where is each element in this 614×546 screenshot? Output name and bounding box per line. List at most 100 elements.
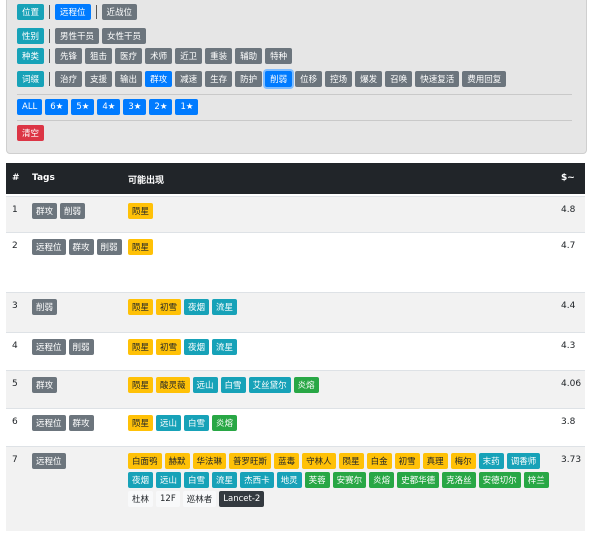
operator-badge: 杰西卡	[240, 472, 274, 488]
divider	[95, 5, 97, 19]
operator-badge: 陨星	[128, 339, 154, 355]
filter-option-class[interactable]: 医疗	[115, 48, 143, 64]
filter-option-affix[interactable]: 防护	[235, 71, 263, 87]
filter-option-class[interactable]: 先锋	[55, 48, 83, 64]
operator-badge: 远山	[156, 415, 182, 431]
tag-badge: 群攻	[68, 415, 94, 431]
divider	[49, 72, 51, 86]
operator-badge: 白金	[366, 453, 392, 469]
filter-option-class[interactable]: 近卫	[175, 48, 203, 64]
operator-badge: 梓兰	[523, 472, 549, 488]
operator-badge: 远山	[192, 377, 218, 393]
filter-option-affix[interactable]: 召唤	[385, 71, 413, 87]
filter-option-affix[interactable]: 快速复活	[415, 71, 460, 87]
filter-option-class[interactable]: 重装	[205, 48, 233, 64]
operator-badge: 远山	[156, 472, 182, 488]
operator-badge: 流星	[212, 339, 238, 355]
filter-option-affix[interactable]: 群攻	[145, 71, 173, 87]
filter-option-class[interactable]: 辅助	[235, 48, 263, 64]
filter-label-position: 位置	[17, 4, 45, 20]
filter-option-female[interactable]: 女性干员	[102, 28, 147, 44]
divider	[49, 29, 51, 43]
table-row: 7 远程位 白面鸮 赫默 华法琳 普罗旺斯 蓝毒 守林人 陨星 白金 初雪 真理 梅尔 末药 调香师 夜烟 远山…	[6, 446, 585, 531]
star-filter-button[interactable]: ALL	[17, 99, 43, 115]
operator-badge: 炎熔	[369, 472, 395, 488]
table-row: 4 远程位 削弱 陨星 初雪 夜烟 流星 4.3	[6, 332, 585, 371]
operator-badge: 流星	[212, 299, 238, 315]
header-tags: Tags	[32, 173, 55, 183]
row-value: 4.7	[561, 241, 576, 251]
filter-label-affix: 词缀	[17, 71, 45, 87]
header-results: 可能出现	[128, 176, 165, 186]
filter-option-affix[interactable]: 输出	[115, 71, 143, 87]
operator-badge: 炎熔	[293, 377, 319, 393]
filter-option-affix[interactable]: 削弱	[265, 71, 293, 87]
table-header: # Tags 可能出现 $~	[6, 163, 585, 194]
filter-label-class: 种类	[17, 48, 45, 64]
filter-option-affix[interactable]: 爆发	[355, 71, 383, 87]
filter-option-affix[interactable]: 控场	[325, 71, 353, 87]
table-row: 2 远程位 群攻 削弱 陨星 4.7	[6, 232, 585, 293]
divider	[49, 49, 51, 63]
star-filter-button[interactable]: 4★	[97, 99, 121, 115]
star-filter-button[interactable]: 5★	[71, 99, 95, 115]
operator-badge: 安赛尔	[332, 472, 367, 488]
operator-badge: 炎熔	[212, 415, 238, 431]
row-value: 4.4	[561, 301, 576, 311]
operator-badge: 白雪	[184, 415, 210, 431]
clear-button[interactable]: 清空	[17, 125, 45, 141]
operator-badge: 陨星	[128, 203, 154, 219]
row-tags: 群攻	[32, 377, 122, 393]
filter-label-gender: 性别	[17, 28, 45, 44]
operator-badge: 夜烟	[184, 299, 210, 315]
filter-option-class[interactable]: 术师	[145, 48, 173, 64]
filter-option-affix[interactable]: 减速	[175, 71, 203, 87]
filter-option-affix[interactable]: 治疗	[55, 71, 83, 87]
row-tags: 群攻 削弱	[32, 203, 122, 219]
star-filter-button[interactable]: 1★	[175, 99, 199, 115]
operator-badge: 初雪	[156, 299, 182, 315]
row-tags: 远程位 群攻 削弱	[32, 239, 122, 255]
operator-badge: 陨星	[128, 239, 154, 255]
filter-option-class[interactable]: 特种	[265, 48, 293, 64]
filter-option-affix[interactable]: 生存	[205, 71, 233, 87]
filter-option-ranged[interactable]: 远程位	[55, 4, 91, 20]
filter-option-class[interactable]: 狙击	[85, 48, 113, 64]
operator-badge: 白雪	[220, 377, 246, 393]
row-value: 4.06	[561, 379, 582, 389]
operator-badge: 巡林者	[182, 491, 217, 507]
filter-option-male[interactable]: 男性干员	[55, 28, 100, 44]
operator-badge: 杜林	[128, 491, 154, 507]
filter-row-stars: ALL 6★ 5★ 4★ 3★ 2★ 1★	[17, 94, 572, 116]
operator-badge: 梅尔	[450, 453, 476, 469]
row-number: 4	[12, 341, 18, 351]
star-filter-button[interactable]: 3★	[123, 99, 147, 115]
operator-badge: Lancet-2	[219, 491, 265, 507]
star-filter-button[interactable]: 2★	[149, 99, 173, 115]
operator-badge: 艾丝黛尔	[248, 377, 291, 393]
operator-badge: 安德切尔	[478, 472, 521, 488]
operator-badge: 夜烟	[128, 472, 154, 488]
row-number: 5	[12, 379, 18, 389]
filter-option-affix[interactable]: 支援	[85, 71, 113, 87]
operator-badge: 芙蓉	[304, 472, 330, 488]
table-row: 6 远程位 群攻 陨星 远山 白雪 炎熔 3.8	[6, 408, 585, 447]
star-filter-button[interactable]: 6★	[45, 99, 69, 115]
tag-badge: 远程位	[32, 339, 66, 355]
filter-option-melee[interactable]: 近战位	[101, 4, 138, 20]
filter-row-class: 种类 先锋 狙击 医疗 术师 近卫 重装 辅助 特种	[17, 47, 293, 65]
row-results: 陨星 酸灵薇 远山 白雪 艾丝黛尔 炎熔	[128, 377, 558, 393]
operator-badge: 普罗旺斯	[229, 453, 272, 469]
operator-badge: 陨星	[338, 453, 364, 469]
filter-option-affix[interactable]: 费用回复	[462, 71, 507, 87]
tag-badge: 群攻	[32, 203, 58, 219]
operator-badge: 陨星	[128, 299, 154, 315]
filter-row-affix: 词缀 治疗 支援 输出 群攻 减速 生存 防护 削弱 位移 控场 爆发 召唤 快速复活 费用回复	[17, 70, 507, 88]
operator-badge: 12F	[156, 491, 180, 507]
row-value: 3.73	[561, 455, 582, 465]
row-number: 1	[12, 205, 18, 215]
row-number: 6	[12, 417, 18, 427]
filter-option-affix[interactable]: 位移	[295, 71, 323, 87]
operator-badge: 克洛丝	[442, 472, 476, 488]
filter-row-position: 位置 远程位 近战位	[17, 3, 138, 21]
